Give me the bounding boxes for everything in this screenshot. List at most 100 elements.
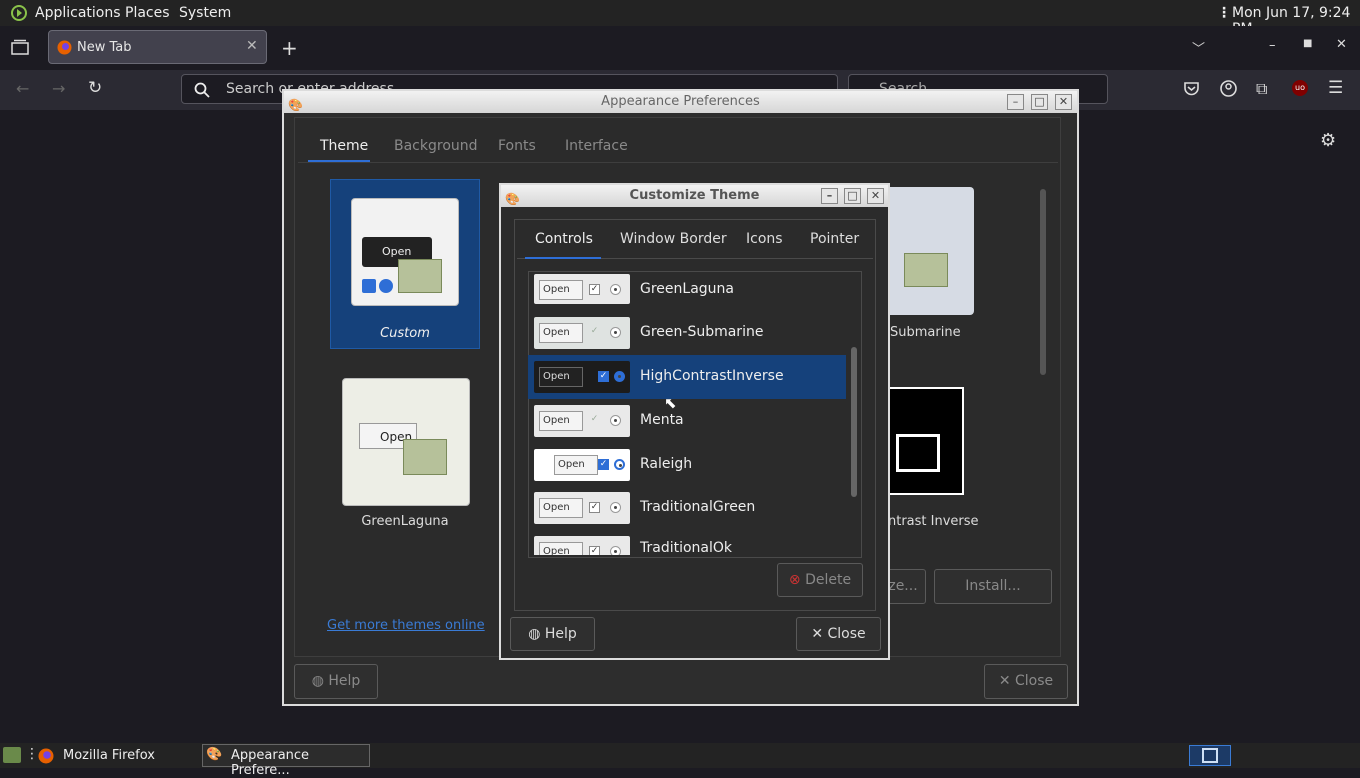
maximize-icon[interactable]: ■ (1303, 38, 1312, 49)
tab-icons[interactable]: Icons (746, 231, 783, 247)
list-item[interactable]: Open ✓ Menta (528, 399, 846, 443)
close-label: Close (827, 626, 866, 642)
customize-tabs: Controls Window Border Icons Pointer (517, 221, 873, 259)
appearance-close-icon[interactable]: ✕ (1055, 94, 1072, 110)
theme-item-custom[interactable]: Open Custom (330, 179, 480, 349)
get-more-themes-link[interactable]: Get more themes online (327, 618, 485, 633)
theme-scrollbar[interactable] (1040, 189, 1046, 375)
tab-interface[interactable]: Interface (565, 138, 628, 154)
appearance-close-button[interactable]: ✕ Close (984, 664, 1068, 699)
tab-controls[interactable]: Controls (535, 231, 593, 247)
app-icon: 🎨 (288, 98, 303, 112)
list-item[interactable]: Open ✓ Green-Submarine (528, 311, 846, 355)
show-desktop-icon[interactable] (3, 747, 21, 763)
theme-name-submarine[interactable]: Submarine (890, 325, 961, 340)
list-item[interactable]: Open ✓ GreenLaguna (528, 268, 846, 308)
checkbox-icon: ✓ (598, 371, 609, 382)
account-icon[interactable] (1220, 80, 1237, 97)
folder-icon (398, 259, 442, 293)
tab-pointer[interactable]: Pointer (810, 231, 859, 247)
open-button-preview: Open (539, 498, 583, 518)
theme-preview: Open ✓ (534, 405, 630, 437)
close-window-icon[interactable]: ✕ (1336, 37, 1347, 52)
appearance-tabs: Theme Background Fonts Interface (298, 129, 1058, 163)
open-button-preview: Open (539, 323, 583, 343)
appearance-minimize-icon[interactable]: – (1007, 94, 1024, 110)
checkbox-icon: ✓ (590, 326, 599, 336)
extensions-icon[interactable]: ⧉ (1256, 79, 1267, 99)
help-icon: ◍ (528, 626, 541, 642)
app-icon: 🎨 (505, 192, 520, 206)
custom-preview: Open (351, 198, 459, 306)
pocket-icon[interactable] (1183, 81, 1200, 97)
tab-theme[interactable]: Theme (320, 138, 368, 154)
radio-icon (610, 546, 621, 555)
back-icon[interactable]: ← (16, 79, 29, 98)
install-button[interactable]: Install... (934, 569, 1052, 604)
list-item[interactable]: Open ✓ TraditionalOk (528, 530, 846, 555)
forward-icon[interactable]: → (52, 79, 65, 98)
radio-icon (379, 279, 393, 293)
customize-help-button[interactable]: ◍ Help (510, 617, 595, 651)
open-button-preview: Open (539, 542, 583, 555)
tab-close-icon[interactable]: ✕ (246, 38, 258, 54)
taskbar-appearance[interactable]: 🎨 Appearance Prefere... (202, 744, 370, 778)
taskbar-firefox[interactable]: Mozilla Firefox (34, 744, 196, 767)
minimize-icon[interactable]: – (1269, 38, 1276, 53)
checkbox-icon: ✓ (589, 284, 600, 295)
close-icon: ✕ (998, 673, 1011, 689)
list-item[interactable]: Open ✓ Raleigh (528, 443, 846, 487)
hamburger-menu-icon[interactable]: ☰ (1328, 78, 1343, 98)
tab-overview-icon[interactable] (11, 39, 29, 55)
close-label: Close (1015, 673, 1054, 689)
ublock-icon[interactable]: uo (1292, 80, 1308, 96)
list-scrollbar[interactable] (851, 347, 857, 497)
list-item[interactable]: Open ✓ TraditionalGreen (528, 486, 846, 530)
taskbar-firefox-label: Mozilla Firefox (63, 748, 155, 763)
system-menu[interactable]: System (179, 5, 231, 21)
checkbox-icon: ✓ (598, 459, 609, 470)
applications-menu[interactable]: Applications (35, 5, 121, 21)
theme-name-contrast-inverse[interactable]: ntrast Inverse (888, 514, 979, 529)
new-tab-icon[interactable]: + (281, 36, 298, 60)
theme-preview: Open ✓ (534, 449, 630, 481)
places-menu[interactable]: Places (125, 5, 170, 21)
close-icon: ✕ (811, 626, 824, 642)
panel-menu-icon[interactable]: ⋮ (1217, 5, 1231, 21)
theme-name: TraditionalGreen (640, 499, 756, 515)
top-panel: Applications Places System ⋮ Mon Jun 17,… (0, 0, 1360, 37)
theme-preview: Open ✓ (534, 274, 630, 304)
appearance-titlebar[interactable]: 🎨 Appearance Preferences – □ ✕ (284, 91, 1077, 113)
radio-icon (610, 502, 621, 513)
appearance-help-button[interactable]: ◍ Help (294, 664, 378, 699)
tab-new-tab[interactable]: New Tab ✕ (48, 30, 267, 64)
radio-icon (610, 415, 621, 426)
appearance-maximize-icon[interactable]: □ (1031, 94, 1048, 110)
help-label: Help (328, 673, 361, 689)
help-icon: ◍ (311, 673, 324, 689)
tab-fonts[interactable]: Fonts (498, 138, 536, 154)
customize-minimize-icon[interactable]: – (821, 188, 838, 204)
reload-icon[interactable]: ↻ (88, 78, 102, 98)
tab-theme-indicator (308, 160, 370, 162)
firefox-favicon-icon (57, 40, 72, 55)
radio-icon (614, 459, 625, 470)
theme-name: GreenLaguna (361, 514, 449, 529)
tab-window-border[interactable]: Window Border (620, 231, 727, 247)
list-tabs-chevron-icon[interactable]: ﹀ (1192, 38, 1205, 57)
tab-background[interactable]: Background (394, 138, 478, 154)
customize-titlebar[interactable]: 🎨 Customize Theme – □ ✕ (501, 185, 888, 207)
list-item-selected[interactable]: Open ✓ HighContrastInverse (528, 355, 846, 399)
customize-close-button[interactable]: ✕ Close (796, 617, 881, 651)
workspace-switcher[interactable] (1189, 745, 1231, 766)
customize-maximize-icon[interactable]: □ (844, 188, 861, 204)
distro-logo-icon[interactable] (10, 4, 28, 22)
checkbox-icon: ✓ (589, 502, 600, 513)
settings-gear-icon[interactable]: ⚙ (1320, 130, 1336, 151)
customize-close-icon[interactable]: ✕ (867, 188, 884, 204)
delete-button[interactable]: ⊗ Delete (777, 563, 863, 597)
firefox-icon (38, 748, 54, 764)
theme-preview: Open ✓ (534, 361, 630, 393)
theme-item-greenlaguna[interactable]: Open GreenLaguna (330, 367, 480, 537)
delete-label: Delete (805, 572, 852, 588)
